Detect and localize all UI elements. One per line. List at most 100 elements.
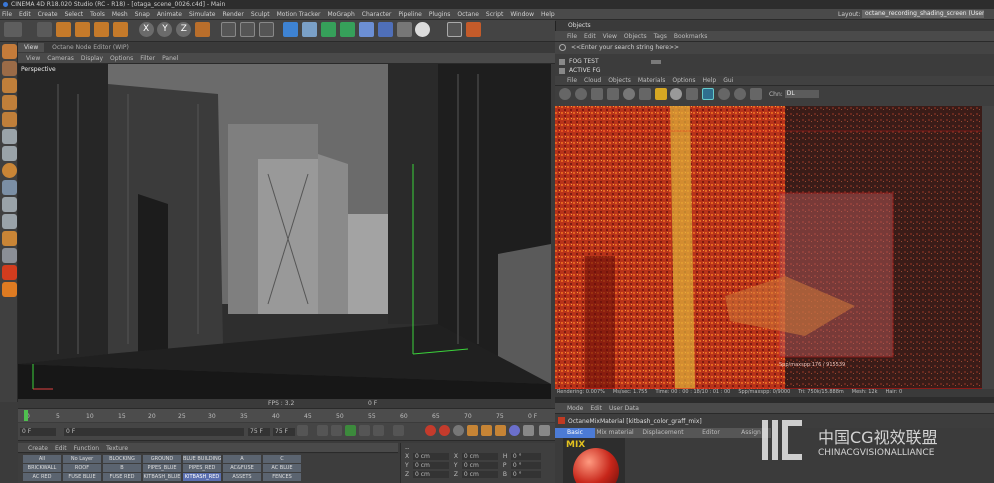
array-icon[interactable]	[339, 22, 355, 37]
obj-menu-view[interactable]: View	[603, 33, 617, 40]
menu-animate[interactable]: Animate	[157, 11, 182, 18]
position-y-field[interactable]: 0 cm	[413, 462, 449, 469]
visibility-dots-icon[interactable]	[651, 60, 661, 64]
obj-menu-edit[interactable]: Edit	[584, 33, 596, 40]
menu-script[interactable]: Script	[486, 11, 503, 18]
menu-character[interactable]: Character	[362, 11, 392, 18]
rotation-p-field[interactable]: 0 °	[510, 462, 541, 469]
next-frame-icon[interactable]	[359, 425, 370, 436]
live-select-icon[interactable]	[36, 22, 52, 37]
menu-select[interactable]: Select	[65, 11, 84, 18]
lv-menu-objects[interactable]: Objects	[608, 77, 631, 84]
menu-render[interactable]: Render	[222, 11, 243, 18]
scale-icon[interactable]	[74, 22, 90, 37]
current-frame-field[interactable]: 0 F	[64, 428, 244, 436]
go-to-end-icon[interactable]	[393, 425, 404, 436]
menu-file[interactable]: File	[2, 11, 12, 18]
vp-menu-options[interactable]: Options	[110, 55, 133, 62]
material-tag[interactable]: GROUND	[143, 455, 181, 463]
lock-icon[interactable]	[654, 88, 667, 100]
render-view-icon[interactable]	[240, 22, 256, 37]
points-mode-icon[interactable]	[2, 78, 17, 93]
vp-menu-cameras[interactable]: Cameras	[47, 55, 74, 62]
pause-icon[interactable]	[590, 88, 603, 100]
menu-sculpt[interactable]: Sculpt	[251, 11, 270, 18]
move-icon[interactable]	[55, 22, 71, 37]
menu-create[interactable]: Create	[38, 11, 58, 18]
play-icon[interactable]	[345, 425, 356, 436]
polygons-mode-icon[interactable]	[2, 112, 17, 127]
menu-mesh[interactable]: Mesh	[112, 11, 128, 18]
add-object-icon[interactable]	[112, 22, 128, 37]
channel-select[interactable]: DL	[784, 90, 819, 98]
octane-red-icon[interactable]	[2, 265, 17, 280]
tab-octane-node-editor[interactable]: Octane Node Editor (WIP)	[46, 43, 135, 52]
cube-icon[interactable]	[282, 22, 298, 37]
clay-mode-icon[interactable]	[686, 88, 699, 100]
material-tag[interactable]: BLUE BUILDINGS	[183, 455, 221, 463]
material-tag[interactable]: FUSE BLUE	[63, 473, 101, 481]
objects-search-input[interactable]: <<Enter your search string here>>	[569, 44, 749, 52]
octane-orange-icon[interactable]	[2, 282, 17, 297]
timeline-options-icon[interactable]	[539, 425, 550, 436]
tab-basic[interactable]: Basic	[555, 428, 595, 438]
obj-menu-objects[interactable]: Objects	[624, 33, 647, 40]
material-tag[interactable]: A	[223, 455, 261, 463]
material-tag[interactable]: PIPES_RED	[183, 464, 221, 472]
tab-mix-material[interactable]: Mix material	[595, 428, 635, 438]
tweak-icon[interactable]	[2, 146, 17, 161]
tab-displacement[interactable]: Displacement	[635, 428, 691, 438]
viewport-canvas[interactable]: Perspective	[18, 64, 551, 399]
sphere-preview-icon[interactable]	[670, 88, 683, 100]
go-to-start-icon[interactable]	[297, 425, 308, 436]
position-z-field[interactable]: 0 cm	[413, 471, 449, 478]
rotate-icon[interactable]	[93, 22, 109, 37]
end-frame-field[interactable]: 75 F	[248, 428, 270, 436]
lv-menu-gui[interactable]: Gui	[723, 77, 733, 84]
max-frame-field[interactable]: 75 F	[273, 428, 295, 436]
obj-menu-tags[interactable]: Tags	[654, 33, 667, 40]
rotation-h-field[interactable]: 0 °	[510, 453, 541, 460]
record-icon[interactable]	[425, 425, 436, 436]
menu-octane[interactable]: Octane	[457, 11, 479, 18]
menu-mograph[interactable]: MoGraph	[328, 11, 355, 18]
material-tag[interactable]: BRICKWALL	[23, 464, 61, 472]
menu-motion-tracker[interactable]: Motion Tracker	[277, 11, 321, 18]
material-tag[interactable]: C	[263, 455, 301, 463]
light-icon[interactable]	[415, 22, 431, 37]
deformer-icon[interactable]	[358, 22, 374, 37]
vp-menu-display[interactable]: Display	[81, 55, 103, 62]
material-tag[interactable]: ASSETS	[223, 473, 261, 481]
pick-material-icon[interactable]	[734, 88, 747, 100]
vp-menu-view[interactable]: View	[26, 55, 40, 62]
pick-object-icon[interactable]	[750, 88, 763, 100]
obj-menu-file[interactable]: File	[567, 33, 577, 40]
texture-mode-icon[interactable]	[2, 61, 17, 76]
axis-y-button[interactable]: Y	[157, 22, 173, 37]
snap-icon[interactable]	[2, 163, 17, 178]
model-mode-icon[interactable]	[2, 44, 17, 59]
position-x-field[interactable]: 0 cm	[413, 453, 449, 460]
material-tag[interactable]: FENCES	[263, 473, 301, 481]
lock-icon[interactable]	[2, 197, 17, 212]
tab-editor[interactable]: Editor	[691, 428, 731, 438]
attr-menu-user-data[interactable]: User Data	[609, 405, 639, 412]
menu-help[interactable]: Help	[541, 11, 555, 18]
timeline[interactable]: 0 5 10 15 20 25 30 35 40 45 50 55 60 65 …	[18, 408, 555, 422]
keyframe-selection-icon[interactable]	[453, 425, 464, 436]
lv-menu-options[interactable]: Options	[672, 77, 695, 84]
prev-key-icon[interactable]	[317, 425, 328, 436]
coord-system-icon[interactable]	[195, 22, 211, 37]
attr-menu-edit[interactable]: Edit	[590, 405, 602, 412]
key-rotate-icon[interactable]	[495, 425, 506, 436]
material-tag[interactable]: No Layer	[63, 455, 101, 463]
rotation-b-field[interactable]: 0 °	[510, 471, 541, 478]
render-settings-icon[interactable]	[259, 22, 275, 37]
obj-menu-bookmarks[interactable]: Bookmarks	[674, 33, 708, 40]
layout-icon[interactable]	[447, 22, 463, 37]
paint-icon[interactable]	[2, 231, 17, 246]
menu-pipeline[interactable]: Pipeline	[398, 11, 421, 18]
attr-menu-mode[interactable]: Mode	[567, 405, 583, 412]
menu-simulate[interactable]: Simulate	[189, 11, 216, 18]
edges-mode-icon[interactable]	[2, 95, 17, 110]
